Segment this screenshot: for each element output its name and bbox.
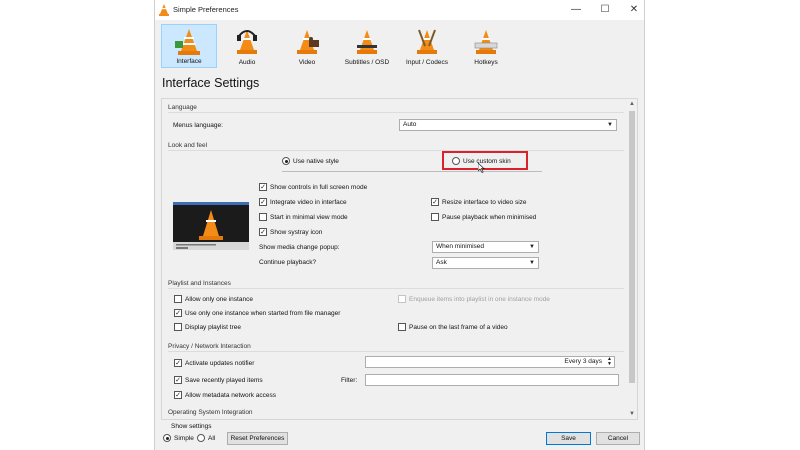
- language-group-title: Language: [168, 104, 197, 111]
- media-popup-value: When minimised: [436, 243, 485, 250]
- chevron-down-icon: ▼: [529, 260, 535, 266]
- maximize-button[interactable]: ☐: [598, 3, 612, 17]
- minimize-button[interactable]: —: [569, 3, 583, 17]
- tab-audio[interactable]: Audio: [219, 24, 275, 68]
- page-heading: Interface Settings: [162, 76, 260, 90]
- updates-checkbox[interactable]: ✓: [174, 359, 182, 367]
- all-label: All: [208, 435, 216, 442]
- vlc-cone-subtitles-icon: [357, 30, 377, 54]
- playlist-tree-checkbox[interactable]: [174, 323, 182, 331]
- playlist-tree-label: Display playlist tree: [185, 324, 241, 331]
- tab-label: Subtitles / OSD: [344, 59, 390, 66]
- privacy-group-title: Privacy / Network Interaction: [168, 343, 251, 350]
- file-manager-checkbox[interactable]: ✓: [174, 309, 182, 317]
- tab-label: Input / Codecs: [406, 59, 448, 66]
- tab-video[interactable]: Video: [279, 24, 335, 68]
- mouse-cursor-icon: [478, 163, 485, 173]
- show-controls-checkbox[interactable]: ✓: [259, 183, 267, 191]
- filter-input[interactable]: [365, 374, 619, 386]
- preferences-window: Simple Preferences — ☐ ✕ Interface Audio…: [154, 0, 645, 450]
- vlc-cone-video-icon: [297, 30, 319, 54]
- continue-playback-value: Ask: [436, 259, 447, 266]
- category-toolbar: Interface Audio Video Subtitles / OSD In…: [155, 22, 644, 70]
- tab-label: Audio: [238, 59, 256, 66]
- updates-interval-value: Every 3 days: [564, 358, 602, 365]
- updates-interval-spinbox[interactable]: Every 3 days ▲ ▼: [365, 356, 615, 368]
- os-group-title: Operating System Integration: [168, 409, 253, 416]
- file-manager-label: Use only one instance when started from …: [185, 310, 341, 317]
- enqueue-label: Enqueue items into playlist in one insta…: [409, 296, 550, 303]
- scrollbar-thumb[interactable]: [629, 111, 635, 383]
- look-group-title: Look and feel: [168, 142, 208, 149]
- pause-minimised-checkbox[interactable]: [431, 213, 439, 221]
- title-bar: Simple Preferences — ☐ ✕: [155, 0, 644, 20]
- tab-label: Interface: [176, 58, 202, 65]
- vlc-app-icon: [159, 4, 169, 16]
- all-radio[interactable]: [197, 434, 205, 442]
- footer-bar: Show settings Simple All Reset Preferenc…: [155, 420, 644, 450]
- tab-hotkeys[interactable]: Hotkeys: [458, 24, 514, 68]
- scroll-up-icon[interactable]: ▲: [627, 99, 637, 109]
- systray-label: Show systray icon: [270, 229, 323, 236]
- recent-items-checkbox[interactable]: ✓: [174, 376, 182, 384]
- chevron-down-icon: ▼: [529, 244, 535, 250]
- show-controls-label: Show controls in full screen mode: [270, 184, 368, 191]
- one-instance-checkbox[interactable]: [174, 295, 182, 303]
- simple-radio[interactable]: [163, 434, 171, 442]
- skin-preview-image: [173, 202, 249, 250]
- pause-last-frame-label: Pause on the last frame of a video: [409, 324, 508, 331]
- show-settings-label: Show settings: [171, 423, 212, 430]
- tab-label: Hotkeys: [474, 59, 498, 66]
- tab-subtitles-osd[interactable]: Subtitles / OSD: [339, 24, 395, 68]
- reset-preferences-button[interactable]: Reset Preferences: [227, 432, 288, 445]
- window-title: Simple Preferences: [173, 5, 239, 14]
- recent-items-label: Save recently played items: [185, 377, 263, 384]
- filter-label: Filter:: [341, 377, 358, 384]
- style-divider: [282, 171, 542, 172]
- resize-interface-label: Resize interface to video size: [442, 199, 527, 206]
- scroll-down-icon[interactable]: ▼: [627, 409, 637, 419]
- media-popup-label: Show media change popup:: [259, 244, 340, 251]
- vlc-cone-headphones-icon: [237, 30, 257, 54]
- pause-minimised-label: Pause playback when minimised: [442, 214, 537, 221]
- tab-label: Video: [298, 59, 316, 66]
- integrate-video-checkbox[interactable]: ✓: [259, 198, 267, 206]
- one-instance-label: Allow only one instance: [185, 296, 253, 303]
- tab-input-codecs[interactable]: Input / Codecs: [399, 24, 455, 68]
- native-style-label: Use native style: [293, 158, 339, 165]
- media-popup-select[interactable]: When minimised ▼: [432, 241, 539, 253]
- cancel-button[interactable]: Cancel: [596, 432, 640, 445]
- tab-interface[interactable]: Interface: [161, 24, 217, 68]
- menus-language-select[interactable]: Auto ▼: [399, 119, 617, 131]
- custom-skin-highlight: [442, 151, 528, 170]
- spin-arrows-icon[interactable]: ▲ ▼: [607, 357, 612, 367]
- integrate-video-label: Integrate video in interface: [270, 199, 347, 206]
- vlc-cone-codecs-icon: [417, 29, 437, 54]
- metadata-label: Allow metadata network access: [185, 392, 277, 399]
- playlist-group-title: Playlist and Instances: [168, 280, 231, 287]
- simple-label: Simple: [174, 435, 194, 442]
- continue-playback-label: Continue playback?: [259, 259, 317, 266]
- metadata-checkbox[interactable]: ✓: [174, 391, 182, 399]
- menus-language-value: Auto: [403, 121, 417, 128]
- close-button[interactable]: ✕: [627, 3, 641, 17]
- enqueue-checkbox: [398, 295, 406, 303]
- vlc-cone-hotkeys-icon: [474, 30, 498, 54]
- native-style-radio[interactable]: [282, 157, 290, 165]
- scrollbar[interactable]: ▲ ▼: [627, 99, 637, 419]
- updates-label: Activate updates notifier: [185, 360, 255, 367]
- resize-interface-checkbox[interactable]: ✓: [431, 198, 439, 206]
- systray-checkbox[interactable]: ✓: [259, 228, 267, 236]
- minimal-view-checkbox[interactable]: [259, 213, 267, 221]
- pause-last-frame-checkbox[interactable]: [398, 323, 406, 331]
- chevron-down-icon: ▼: [607, 122, 613, 128]
- menus-language-label: Menus language:: [173, 122, 223, 129]
- minimal-view-label: Start in minimal view mode: [270, 214, 348, 221]
- settings-scroll-area: Language Menus language: Auto ▼ Look and…: [161, 98, 638, 420]
- save-button[interactable]: Save: [546, 432, 591, 445]
- vlc-cone-interface-icon: [175, 29, 200, 55]
- continue-playback-select[interactable]: Ask ▼: [432, 257, 539, 269]
